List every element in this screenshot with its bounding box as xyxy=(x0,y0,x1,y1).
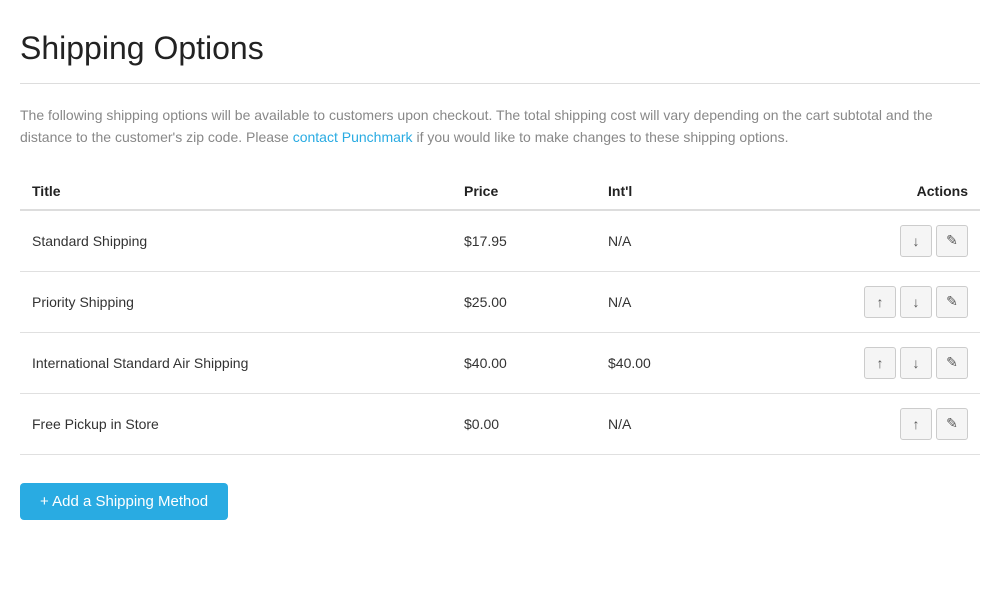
move-down-button[interactable]: ↓ xyxy=(900,347,932,379)
cell-actions: ↑↓✎ xyxy=(740,332,980,393)
cell-title: Priority Shipping xyxy=(20,271,452,332)
table-header: Title Price Int'l Actions xyxy=(20,173,980,210)
action-buttons-group: ↑✎ xyxy=(752,408,968,440)
action-buttons-group: ↑↓✎ xyxy=(752,286,968,318)
move-up-button[interactable]: ↑ xyxy=(864,347,896,379)
edit-button[interactable]: ✎ xyxy=(936,347,968,379)
cell-title: Free Pickup in Store xyxy=(20,393,452,454)
section-divider xyxy=(20,83,980,84)
table-row: Free Pickup in Store$0.00N/A ↑✎ xyxy=(20,393,980,454)
cell-intl: N/A xyxy=(596,271,740,332)
move-up-button[interactable]: ↑ xyxy=(864,286,896,318)
header-row: Title Price Int'l Actions xyxy=(20,173,980,210)
page-title: Shipping Options xyxy=(20,30,980,67)
shipping-table: Title Price Int'l Actions Standard Shipp… xyxy=(20,173,980,455)
cell-actions: ↑✎ xyxy=(740,393,980,454)
col-header-intl: Int'l xyxy=(596,173,740,210)
cell-intl: $40.00 xyxy=(596,332,740,393)
move-down-button[interactable]: ↓ xyxy=(900,286,932,318)
page-container: Shipping Options The following shipping … xyxy=(0,0,1000,550)
cell-price: $25.00 xyxy=(452,271,596,332)
col-header-actions: Actions xyxy=(740,173,980,210)
edit-button[interactable]: ✎ xyxy=(936,286,968,318)
cell-actions: ↑↓✎ xyxy=(740,271,980,332)
move-up-button[interactable]: ↑ xyxy=(900,408,932,440)
add-shipping-method-button[interactable]: + Add a Shipping Method xyxy=(20,483,228,520)
table-row: International Standard Air Shipping$40.0… xyxy=(20,332,980,393)
description-text-after: if you would like to make changes to the… xyxy=(413,129,789,145)
action-buttons-group: ↑↓✎ xyxy=(752,347,968,379)
cell-price: $40.00 xyxy=(452,332,596,393)
cell-intl: N/A xyxy=(596,393,740,454)
move-down-button[interactable]: ↓ xyxy=(900,225,932,257)
cell-title: Standard Shipping xyxy=(20,210,452,272)
cell-intl: N/A xyxy=(596,210,740,272)
table-row: Standard Shipping$17.95N/A ↓✎ xyxy=(20,210,980,272)
edit-button[interactable]: ✎ xyxy=(936,408,968,440)
cell-actions: ↓✎ xyxy=(740,210,980,272)
cell-price: $17.95 xyxy=(452,210,596,272)
contact-link[interactable]: contact Punchmark xyxy=(293,129,413,145)
cell-title: International Standard Air Shipping xyxy=(20,332,452,393)
table-row: Priority Shipping$25.00N/A ↑↓✎ xyxy=(20,271,980,332)
cell-price: $0.00 xyxy=(452,393,596,454)
col-header-title: Title xyxy=(20,173,452,210)
edit-button[interactable]: ✎ xyxy=(936,225,968,257)
description-text: The following shipping options will be a… xyxy=(20,104,980,149)
action-buttons-group: ↓✎ xyxy=(752,225,968,257)
table-body: Standard Shipping$17.95N/A↓✎Priority Shi… xyxy=(20,210,980,455)
col-header-price: Price xyxy=(452,173,596,210)
